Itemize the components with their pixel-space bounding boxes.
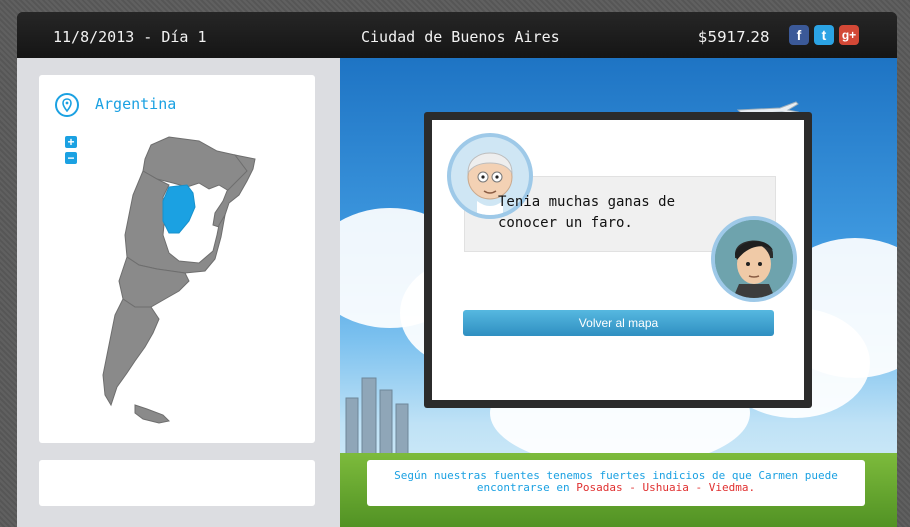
twitter-icon[interactable]: t: [814, 25, 834, 45]
detective-avatar: [711, 216, 797, 302]
zoom-out-button[interactable]: −: [65, 152, 77, 164]
argentina-map[interactable]: [39, 75, 315, 443]
map-region-tierra-del-fuego: [134, 404, 171, 424]
country-name: Argentina: [95, 95, 177, 113]
back-to-map-button[interactable]: Volver al mapa: [463, 310, 774, 336]
clue-period: .: [748, 481, 756, 494]
map-region-patagonia: [102, 298, 160, 407]
map-card: Argentina + −: [39, 75, 315, 443]
google-plus-icon[interactable]: g+: [839, 25, 859, 45]
speech-text: Tenia muchas ganas de conocer un faro.: [498, 194, 676, 231]
clue-box: Según nuestras fuentes tenemos fuertes i…: [367, 460, 865, 506]
money-balance: $5917.28: [698, 28, 770, 46]
zoom-in-button[interactable]: +: [65, 136, 77, 148]
game-date: 11/8/2013 - Día 1: [53, 28, 207, 46]
game-frame: 11/8/2013 - Día 1 Ciudad de Buenos Aires…: [17, 12, 897, 527]
clue-places: Posadas - Ushuaia - Viedma: [576, 481, 749, 494]
current-city: Ciudad de Buenos Aires: [361, 28, 560, 46]
map-region-cordoba-highlight: [162, 184, 196, 234]
facebook-icon[interactable]: f: [789, 25, 809, 45]
dialog-content: Tenia muchas ganas de conocer un faro. V…: [432, 120, 804, 400]
city-scene: Tenia muchas ganas de conocer un faro. V…: [340, 58, 897, 527]
left-panel: Argentina + −: [17, 58, 340, 527]
top-bar: 11/8/2013 - Día 1 Ciudad de Buenos Aires…: [17, 12, 897, 58]
location-pin-icon: [55, 93, 79, 117]
dialog-box: Tenia muchas ganas de conocer un faro. V…: [424, 112, 812, 408]
info-card: [39, 460, 315, 506]
